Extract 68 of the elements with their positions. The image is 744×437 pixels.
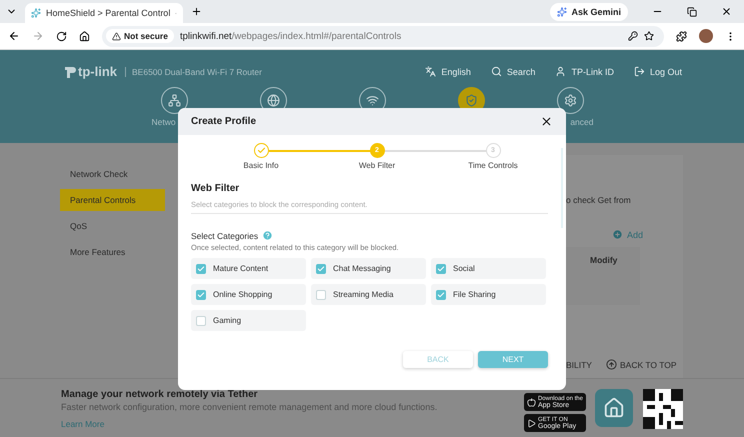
restore-icon[interactable]: [687, 6, 697, 16]
account-icon: [555, 66, 566, 77]
header-link[interactable]: Search: [490, 66, 536, 77]
router-model: BE6500 Dual-Band Wi-Fi 7 Router: [125, 66, 262, 76]
sidebar-item[interactable]: More Features: [60, 241, 165, 263]
checkbox[interactable]: [196, 290, 206, 300]
category-option[interactable]: Gaming: [191, 310, 306, 331]
play-icon: [527, 418, 536, 428]
checkbox[interactable]: [196, 316, 206, 326]
apple-icon: [527, 398, 536, 406]
close-icon[interactable]: [721, 6, 732, 17]
checkbox[interactable]: [436, 290, 446, 300]
checkbox[interactable]: [316, 290, 326, 300]
back-icon[interactable]: [8, 30, 20, 42]
warning-icon: [112, 32, 121, 40]
category-option[interactable]: Online Shopping: [191, 284, 306, 305]
avatar[interactable]: [699, 29, 713, 43]
app-icon: [595, 389, 633, 427]
category-option[interactable]: File Sharing: [431, 284, 546, 305]
header-link[interactable]: Log Out: [634, 66, 682, 77]
language-icon: [425, 66, 436, 77]
logo: tp-link: [62, 64, 117, 79]
nav-label[interactable]: Netwo: [152, 117, 176, 127]
footer-text: Faster network configuration, more convenient remote management and more cloud functions.: [61, 402, 438, 412]
footer-title: Manage your network remotely via Tether: [61, 389, 259, 400]
category-option[interactable]: Chat Messaging: [311, 258, 426, 279]
check-icon: [256, 146, 266, 155]
reload-icon[interactable]: [56, 30, 67, 42]
assistant-button[interactable]: Ask Gemini: [550, 2, 628, 20]
column-header: Modify: [566, 247, 640, 305]
categories-label: Select Categories: [191, 230, 258, 240]
close-icon: [540, 115, 553, 128]
address-bar[interactable]: Not secure tplinkwifi.net/webpages/index.html#/parentalControls: [102, 26, 664, 46]
category-option[interactable]: Social: [431, 258, 546, 279]
back-to-top-link[interactable]: BACK TO TOP: [606, 359, 677, 370]
category-option[interactable]: Streaming Media: [311, 284, 426, 305]
accessibility-link[interactable]: BILITY: [566, 360, 592, 370]
logout-icon: [634, 66, 645, 77]
new-tab-icon[interactable]: [191, 6, 202, 17]
step-label: Time Controls: [468, 161, 518, 170]
sidebar-item[interactable]: Network Check: [60, 163, 165, 185]
close-button[interactable]: [540, 115, 553, 128]
url-text[interactable]: tplinkwifi.net/webpages/index.html#/parentalControls: [180, 30, 402, 42]
qr-code-icon: [643, 389, 683, 429]
step-label: Basic Info: [243, 161, 279, 170]
arrow-up-icon: [606, 359, 617, 370]
checkbox[interactable]: [316, 264, 326, 274]
browser-tab[interactable]: HomeShield > Parental Control: [25, 2, 183, 24]
site-icon: [31, 8, 41, 18]
extensions-icon[interactable]: [676, 30, 687, 42]
dialog-title: Create Profile: [191, 116, 256, 127]
home-icon[interactable]: [79, 30, 90, 42]
add-icon: [612, 229, 623, 240]
note-text: o check Get from: [566, 195, 632, 205]
search-icon: [490, 66, 502, 77]
checkbox[interactable]: [196, 264, 206, 274]
sidebar-item[interactable]: QoS: [60, 215, 165, 237]
sparkle-icon: [557, 6, 568, 16]
checkbox[interactable]: [436, 264, 446, 274]
category-option[interactable]: Mature Content: [191, 258, 306, 279]
section-heading: Web Filter: [191, 183, 240, 194]
step-label: Web Filter: [358, 161, 396, 170]
header-link[interactable]: English: [425, 66, 471, 77]
header-link[interactable]: TP-Link ID: [555, 66, 614, 77]
nav-label[interactable]: anced: [570, 117, 594, 127]
key-icon[interactable]: [628, 31, 638, 41]
sidebar-item[interactable]: Parental Controls: [60, 189, 165, 211]
bookmark-icon[interactable]: [644, 31, 654, 41]
